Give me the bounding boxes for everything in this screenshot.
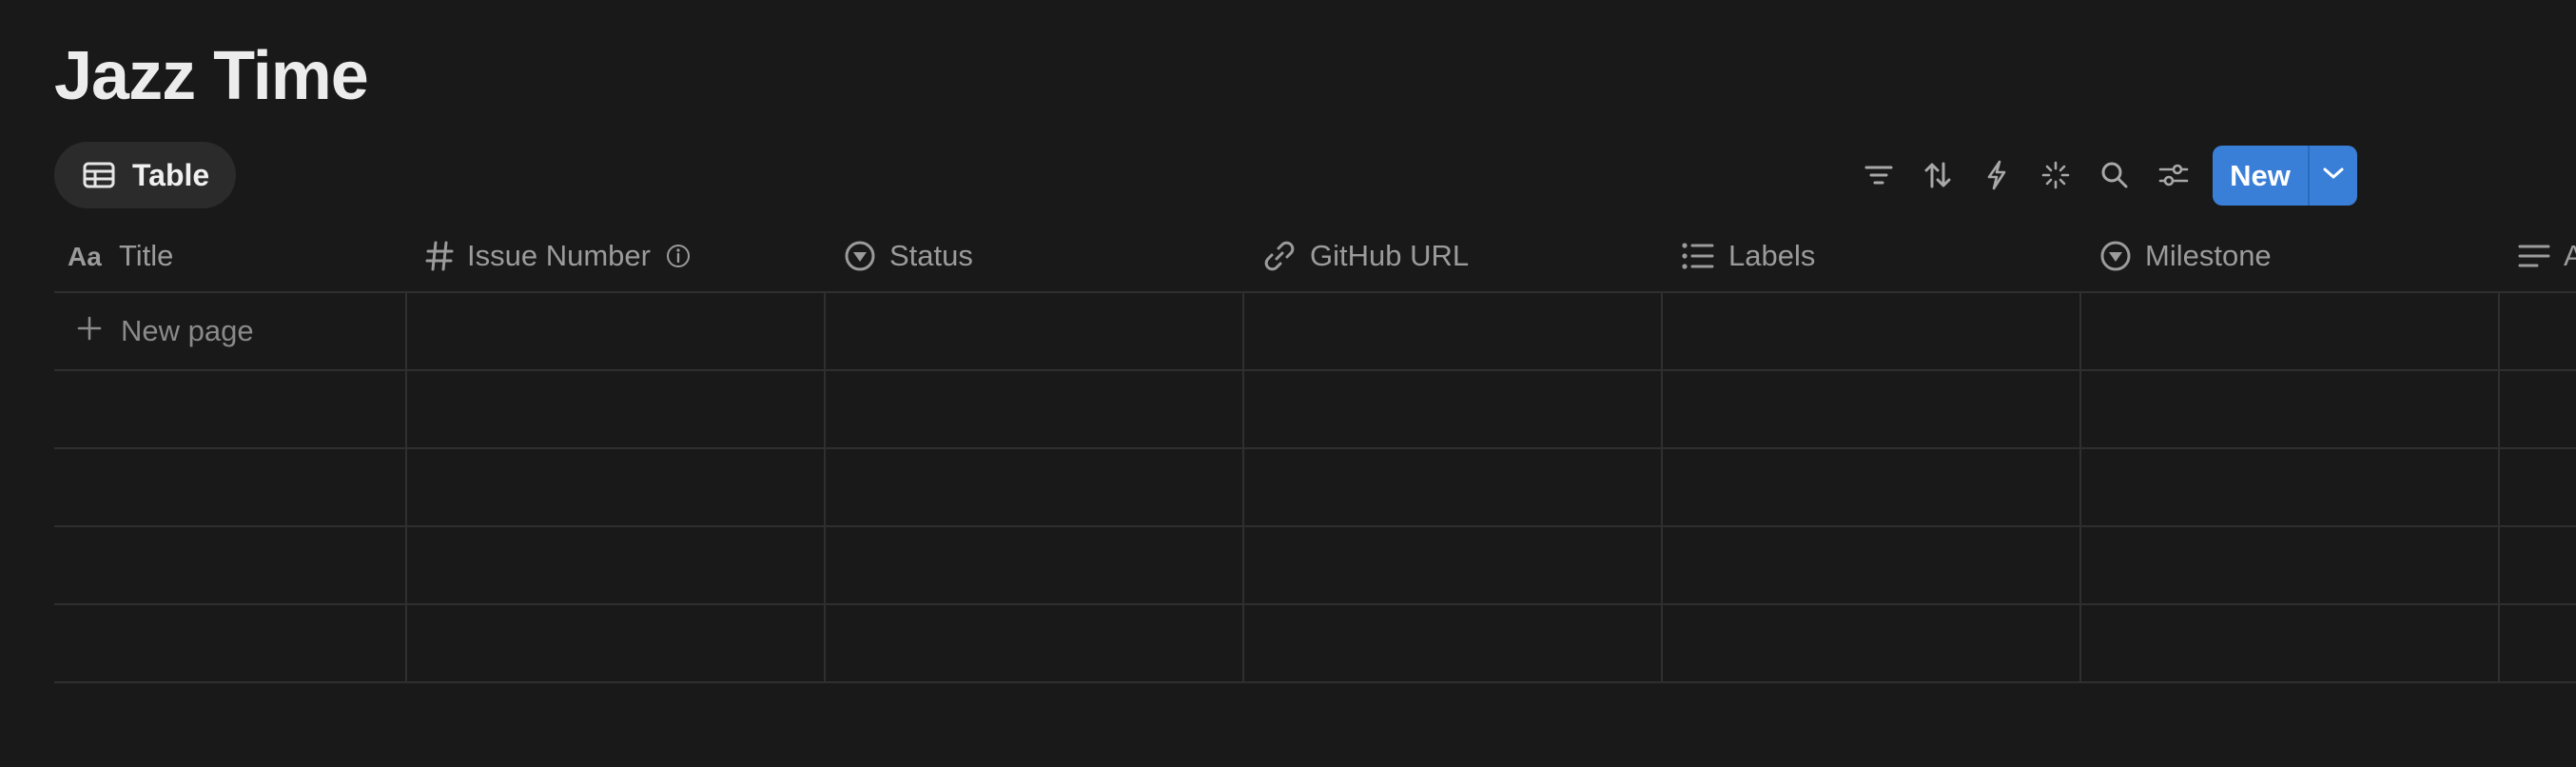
view-tab-label: Table (132, 157, 210, 192)
ai-autofill-button[interactable] (2026, 146, 2085, 205)
new-button[interactable]: New (2213, 146, 2308, 206)
column-header-label: GitHub URL (1310, 239, 1470, 272)
column-header-labels[interactable]: Labels (1681, 221, 2080, 291)
database-page: Jazz Time Table New Aa Title Issue Numbe… (0, 0, 2576, 767)
settings-sliders-icon (2158, 162, 2189, 188)
plus-icon (77, 314, 102, 348)
sparkle-icon (2040, 160, 2071, 190)
column-header-label: Issue Number (467, 239, 651, 272)
column-header-github-url[interactable]: GitHub URL (1262, 221, 1662, 291)
lightning-icon (1985, 160, 2008, 190)
table-icon (83, 162, 115, 188)
new-page-button[interactable]: New page (77, 293, 254, 369)
column-header-label: Status (889, 239, 973, 272)
text-lines-icon (2518, 244, 2550, 268)
column-header-status[interactable]: Status (844, 221, 1243, 291)
column-header-label: Title (119, 239, 174, 272)
chevron-down-icon (2322, 166, 2345, 186)
info-icon[interactable] (666, 244, 691, 268)
text-aa-icon: Aa (68, 243, 106, 269)
link-icon (1262, 239, 1297, 273)
database-table: Aa Title Issue Number Status GitHub URL … (54, 221, 2576, 683)
automations-button[interactable] (1967, 146, 2026, 205)
status-circle-icon (844, 240, 876, 272)
column-header-label: Labels (1728, 239, 1816, 272)
column-header-title[interactable]: Aa Title (68, 221, 400, 291)
new-button-group: New (2213, 146, 2357, 206)
table-header-row: Aa Title Issue Number Status GitHub URL … (54, 221, 2576, 293)
table-row[interactable] (54, 527, 2576, 605)
svg-text:Aa: Aa (68, 243, 102, 269)
view-toolbar (1849, 145, 2203, 206)
new-dropdown-button[interactable] (2308, 146, 2357, 206)
column-header-label: Milestone (2145, 239, 2272, 272)
table-row-new-page: New page (54, 293, 2576, 371)
filter-icon (1864, 164, 1893, 187)
list-icon (1681, 242, 1715, 270)
status-circle-icon (2099, 240, 2132, 272)
tab-table-view[interactable]: Table (54, 142, 237, 208)
sort-icon (1923, 161, 1952, 189)
sort-button[interactable] (1908, 146, 1967, 205)
search-icon (2100, 161, 2129, 189)
new-page-label: New page (121, 314, 254, 347)
table-row[interactable] (54, 605, 2576, 683)
filter-button[interactable] (1849, 146, 1908, 205)
hash-icon (425, 240, 454, 272)
column-header-label: A (2564, 239, 2576, 272)
view-settings-button[interactable] (2144, 146, 2203, 205)
table-row[interactable] (54, 449, 2576, 527)
search-button[interactable] (2085, 146, 2144, 205)
column-header-truncated[interactable]: A (2518, 221, 2576, 291)
column-header-issue-number[interactable]: Issue Number (425, 221, 825, 291)
table-row[interactable] (54, 371, 2576, 449)
page-title[interactable]: Jazz Time (54, 29, 369, 124)
column-header-milestone[interactable]: Milestone (2099, 221, 2499, 291)
